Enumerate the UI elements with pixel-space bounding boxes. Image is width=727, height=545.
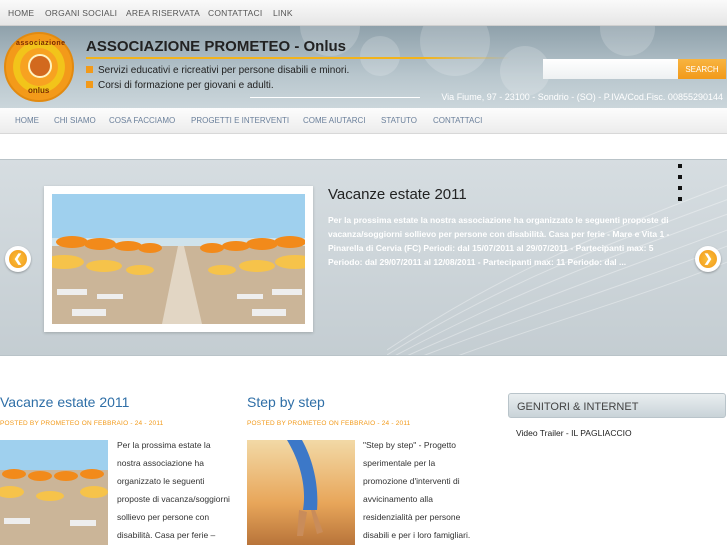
logo-face-icon: [28, 54, 52, 78]
excerpt-line: sperimentale per la: [363, 458, 436, 468]
beach-thumbnail-image: [0, 440, 108, 545]
slider-dot[interactable]: [678, 197, 682, 201]
nav-progetti-e-interventi[interactable]: PROGETTI E INTERVENTI: [191, 116, 289, 125]
top-nav-organi-sociali[interactable]: ORGANI SOCIALI: [45, 8, 117, 18]
widget-header: GENITORI & INTERNET: [508, 393, 726, 418]
slider-dot[interactable]: [678, 186, 682, 190]
tagline-1: Servizi educativi e ricreativi per perso…: [86, 65, 349, 76]
top-nav-home[interactable]: HOME: [8, 8, 34, 18]
nav-chi-siamo[interactable]: CHI SIAMO: [54, 116, 96, 125]
excerpt-line: avvicinamento alla: [363, 494, 433, 504]
bullet-square-icon: [86, 81, 93, 88]
logo-text-bottom: onlus: [28, 86, 50, 95]
widget-link-video-trailer[interactable]: Video Trailer - IL PAGLIACCIO: [516, 428, 632, 438]
beach-image: [52, 194, 305, 324]
post-thumbnail-beach[interactable]: [0, 440, 108, 545]
top-nav-link[interactable]: LINK: [273, 8, 293, 18]
title-underline: [86, 57, 510, 59]
site-logo[interactable]: associazione onlus: [4, 32, 74, 102]
slider-dot[interactable]: [678, 164, 682, 168]
top-navigation: HOME ORGANI SOCIALI AREA RISERVATA CONTA…: [0, 0, 727, 26]
slide-image-frame[interactable]: [44, 186, 313, 332]
bullet-square-icon: [86, 66, 93, 73]
post-title-vacanze[interactable]: Vacanze estate 2011: [0, 394, 129, 410]
top-nav-contattaci[interactable]: CONTATTACI: [208, 8, 262, 18]
divider: [250, 97, 420, 98]
nav-cosa-facciamo[interactable]: COSA FACCIAMO: [109, 116, 175, 125]
chevron-left-icon: ❮: [9, 250, 27, 268]
walking-figure-image: [247, 440, 355, 545]
excerpt-line: proposte di vacanza/soggiorni: [117, 494, 230, 504]
site-header: associazione onlus ASSOCIAZIONE PROMETEO…: [0, 26, 727, 108]
nav-home[interactable]: HOME: [15, 116, 39, 125]
tagline-2: Corsi di formazione per giovani e adulti…: [86, 80, 274, 91]
post-meta: POSTED BY PROMETEO ON FEBBRAIO - 24 - 20…: [0, 420, 164, 427]
post-title-step-by-step[interactable]: Step by step: [247, 394, 325, 410]
post-thumbnail-step[interactable]: [247, 440, 355, 545]
nav-come-aiutarci[interactable]: COME AIUTARCI: [303, 116, 366, 125]
excerpt-line: disabilità. Casa per ferie –: [117, 530, 216, 540]
post-excerpt: "Step by step" - Progetto sperimentale p…: [363, 436, 470, 544]
excerpt-line: sollievo per persone con: [117, 512, 210, 522]
widget-title: GENITORI & INTERNET: [517, 401, 639, 413]
post-meta: POSTED BY PROMETEO ON FEBBRAIO - 24 - 20…: [247, 420, 411, 427]
slide-title[interactable]: Vacanze estate 2011: [328, 186, 467, 203]
nav-contattaci[interactable]: CONTATTACI: [433, 116, 482, 125]
site-title: ASSOCIAZIONE PROMETEO - Onlus: [86, 38, 347, 55]
top-nav-area-riservata[interactable]: AREA RISERVATA: [126, 8, 200, 18]
slide-excerpt: Per la prossima estate la nostra associa…: [328, 215, 670, 267]
excerpt-line: nostra associazione ha: [117, 458, 204, 468]
excerpt-line: organizzato le seguenti: [117, 476, 205, 486]
decorative-bubble: [360, 36, 400, 76]
chevron-right-icon: ❯: [699, 250, 717, 268]
decorative-bubble: [600, 26, 655, 56]
excerpt-line: promozione d'interventi di: [363, 476, 460, 486]
logo-text-top: associazione: [16, 40, 66, 47]
post-excerpt: Per la prossima estate la nostra associa…: [117, 436, 230, 544]
address: Via Fiume, 97 - 23100 - Sondrio - (SO) -…: [441, 92, 723, 102]
excerpt-line: residenzialità per persone: [363, 512, 461, 522]
tagline-2-text: Corsi di formazione per giovani e adulti…: [98, 80, 274, 91]
slider-pagination: [678, 164, 684, 208]
slider-next-button[interactable]: ❯: [695, 246, 721, 272]
excerpt-line: disabili e per i loro famigliari.: [363, 530, 471, 540]
excerpt-line: Per la prossima estate la: [117, 440, 211, 450]
main-navigation: HOME CHI SIAMO COSA FACCIAMO PROGETTI E …: [0, 108, 727, 134]
tagline-1-text: Servizi educativi e ricreativi per perso…: [98, 65, 350, 76]
featured-slider: Vacanze estate 2011 Per la prossima esta…: [0, 159, 727, 356]
nav-statuto[interactable]: STATUTO: [381, 116, 417, 125]
excerpt-line: "Step by step" - Progetto: [363, 440, 456, 450]
decorative-bubble: [420, 26, 490, 76]
search-button[interactable]: SEARCH: [678, 59, 726, 79]
slider-prev-button[interactable]: ❮: [5, 246, 31, 272]
search-input[interactable]: [543, 59, 678, 79]
beach-umbrellas-illustration: [52, 194, 305, 324]
slider-dot[interactable]: [678, 175, 682, 179]
